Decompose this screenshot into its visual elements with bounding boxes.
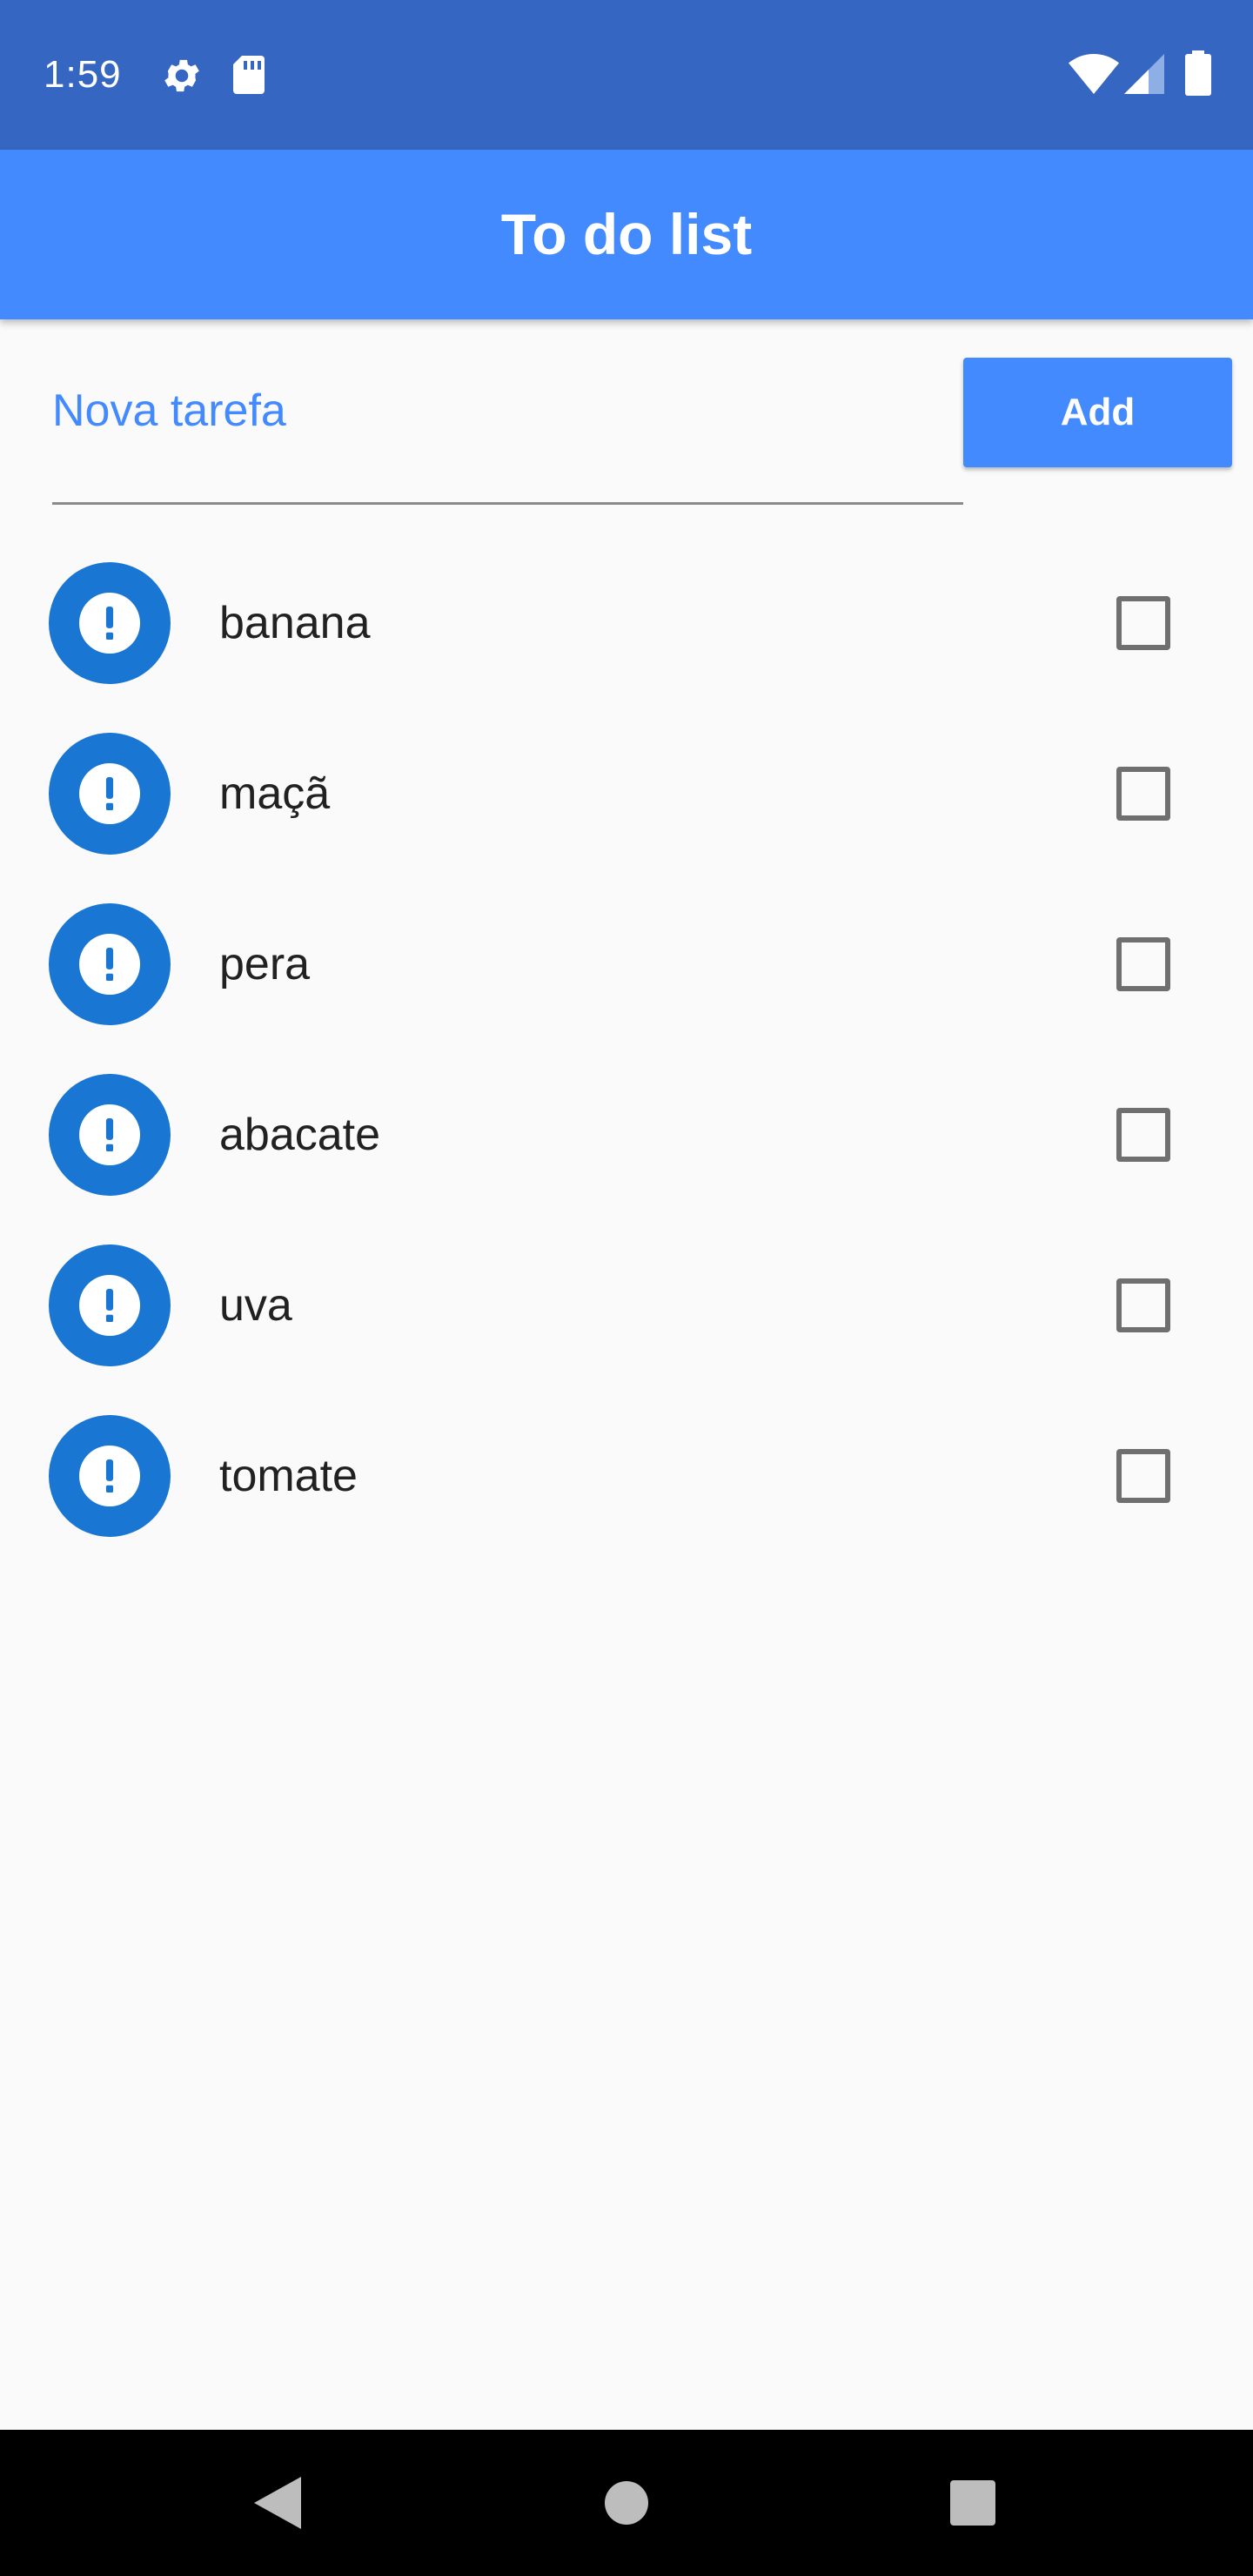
battery-icon — [1185, 50, 1211, 96]
task-row[interactable]: banana — [0, 538, 1253, 708]
task-checkbox[interactable] — [1116, 1449, 1170, 1503]
exclamation-icon — [79, 934, 140, 995]
task-row[interactable]: pera — [0, 879, 1253, 1050]
app-title: To do list — [500, 202, 753, 266]
task-row[interactable]: maçã — [0, 708, 1253, 879]
task-label: pera — [219, 939, 311, 989]
task-row[interactable]: tomate — [0, 1391, 1253, 1561]
task-avatar — [49, 1415, 171, 1537]
recents-icon — [950, 2480, 995, 2526]
task-checkbox[interactable] — [1116, 767, 1170, 821]
task-avatar — [49, 1074, 171, 1196]
task-label: maçã — [219, 768, 331, 819]
wifi-icon — [1069, 54, 1119, 94]
back-button[interactable] — [208, 2430, 347, 2576]
back-icon — [254, 2477, 301, 2529]
task-label: uva — [219, 1280, 292, 1331]
signal-icon — [1124, 54, 1164, 94]
task-checkbox[interactable] — [1116, 1278, 1170, 1332]
exclamation-icon — [79, 1446, 140, 1506]
navigation-bar — [0, 2430, 1253, 2576]
task-label: abacate — [219, 1110, 381, 1160]
task-avatar — [49, 903, 171, 1025]
home-icon — [605, 2481, 648, 2525]
task-checkbox[interactable] — [1116, 1108, 1170, 1162]
gear-icon — [164, 59, 199, 92]
app-bar: To do list — [0, 150, 1253, 319]
exclamation-icon — [79, 763, 140, 824]
exclamation-icon — [79, 1275, 140, 1336]
task-label: tomate — [219, 1451, 358, 1501]
sd-card-icon — [233, 56, 265, 94]
task-checkbox[interactable] — [1116, 596, 1170, 650]
add-button[interactable]: Add — [963, 358, 1232, 467]
task-checkbox[interactable] — [1116, 937, 1170, 991]
task-avatar — [49, 733, 171, 855]
task-label: banana — [219, 598, 371, 648]
task-row[interactable]: abacate — [0, 1050, 1253, 1220]
task-list: banana maçã pera abacate uva tomate — [0, 538, 1253, 1561]
task-row[interactable]: uva — [0, 1220, 1253, 1391]
exclamation-icon — [79, 1104, 140, 1165]
exclamation-icon — [79, 593, 140, 654]
status-time: 1:59 — [44, 53, 122, 96]
new-task-input[interactable] — [52, 366, 963, 505]
task-avatar — [49, 1244, 171, 1366]
status-bar: 1:59 — [0, 0, 1253, 150]
home-button[interactable] — [557, 2430, 696, 2576]
recents-button[interactable] — [903, 2430, 1042, 2576]
task-avatar — [49, 562, 171, 684]
